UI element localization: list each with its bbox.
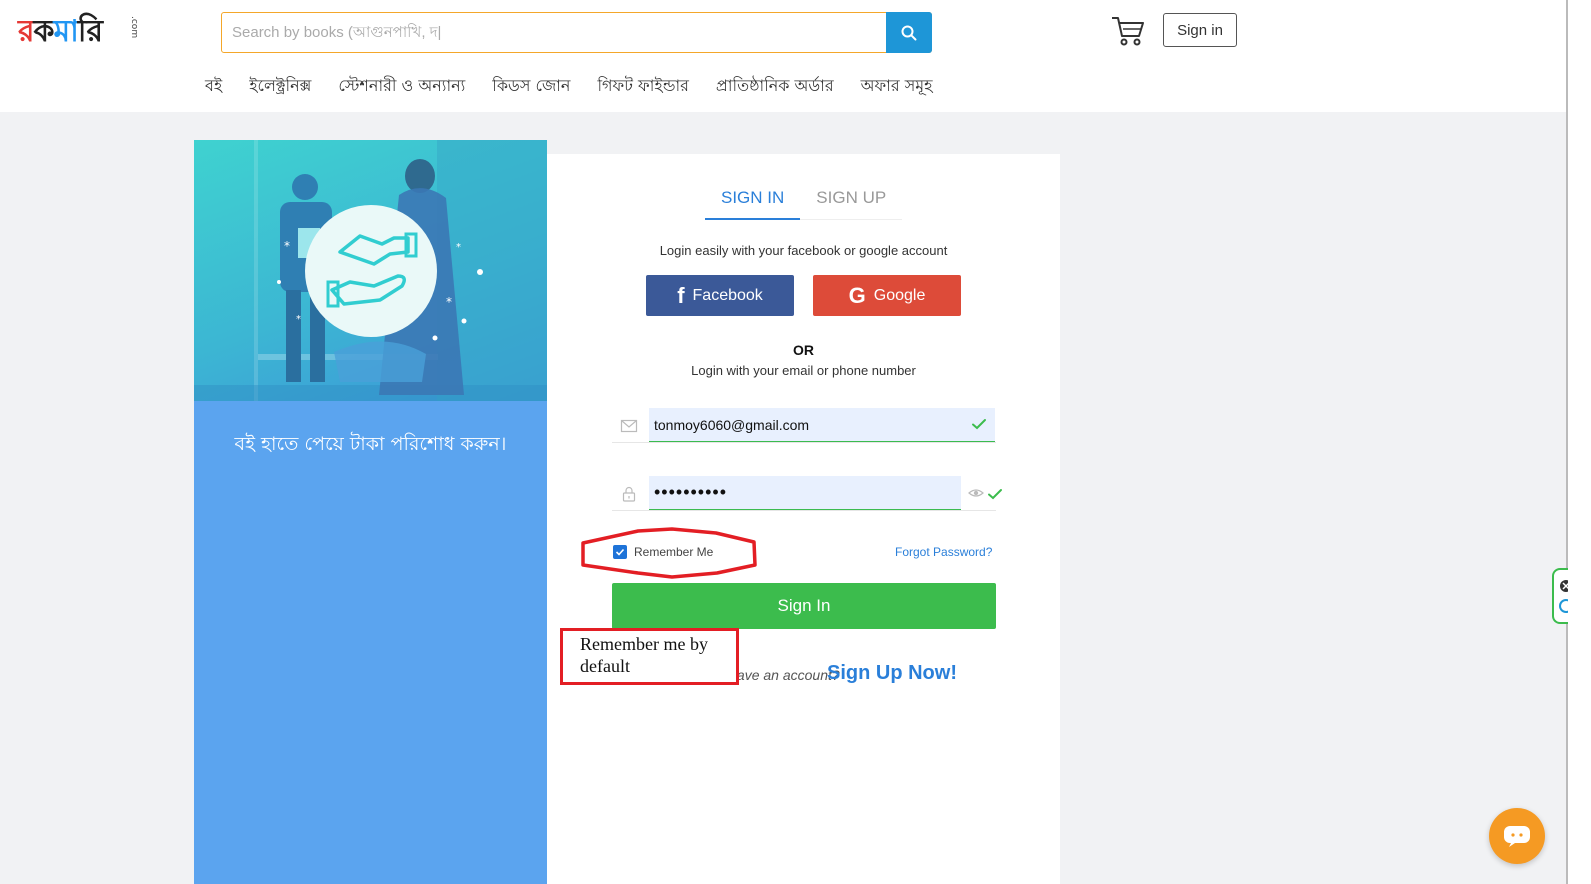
rokomari-logo[interactable]: রকমারি .com — [18, 14, 139, 50]
google-icon: G — [848, 282, 866, 308]
logo-part-1: র — [18, 14, 34, 49]
logo-part-2: ক — [33, 14, 55, 49]
tab-sign-in[interactable]: SIGN IN — [705, 186, 801, 220]
search-icon — [901, 25, 917, 40]
password-field-row — [612, 476, 1002, 511]
search-bar — [221, 12, 932, 53]
logo-part-3: মা — [53, 14, 79, 49]
annotation-line-2: default — [580, 656, 630, 676]
category-nav: বই ইলেক্ট্রনিক্স স্টেশনারী ও অন্যান্য কি… — [205, 73, 933, 100]
widget-close-icon — [1559, 580, 1573, 613]
auth-tabs: SIGN IN SIGN UP — [705, 186, 903, 220]
facebook-login-button[interactable]: f Facebook — [646, 275, 794, 316]
annotation-note: Remember me by default — [560, 628, 739, 685]
side-floating-widget[interactable] — [1552, 568, 1573, 624]
social-login-hint: Login easily with your facebook or googl… — [659, 243, 948, 258]
valid-check-icon — [972, 419, 986, 430]
google-label: Google — [873, 286, 926, 304]
sign-in-button[interactable]: Sign In — [612, 583, 996, 629]
delivery-scene-image: * * * * — [194, 140, 547, 401]
sign-up-now-link[interactable]: Sign Up Now! — [827, 662, 957, 685]
tab-sign-up[interactable]: SIGN UP — [800, 186, 902, 219]
or-divider: OR — [793, 342, 814, 358]
nav-item-offers[interactable]: অফার সমূহ — [861, 73, 933, 100]
annotation-line-1: Remember me by — [580, 634, 708, 654]
envelope-icon — [620, 419, 638, 433]
lock-icon — [622, 486, 636, 502]
facebook-label: Facebook — [692, 286, 763, 304]
nav-item-corporate-order[interactable]: প্রাতিষ্ঠানিক অর্ডার — [716, 73, 834, 100]
valid-check-icon — [988, 489, 1002, 500]
facebook-icon: f — [677, 282, 685, 308]
cart-icon[interactable] — [1111, 15, 1145, 47]
nav-item-kids-zone[interactable]: কিডস জোন — [492, 73, 570, 100]
cash-on-delivery-illustration: * * * * — [194, 140, 547, 401]
nav-item-gift-finder[interactable]: গিফট ফাইন্ডার — [597, 73, 688, 100]
annotation-ellipse — [581, 527, 757, 579]
nav-item-stationery[interactable]: স্টেশনারী ও অন্যান্য — [338, 73, 465, 100]
nav-item-electronics[interactable]: ইলেক্ট্রনিক্স — [249, 73, 311, 100]
search-button[interactable] — [886, 12, 932, 53]
chat-bubble-icon — [1504, 826, 1530, 847]
chat-button[interactable] — [1489, 808, 1545, 864]
email-input[interactable] — [649, 408, 995, 442]
svg-text:*: * — [456, 242, 461, 253]
scrollbar-track[interactable] — [1568, 0, 1591, 884]
promo-text: বই হাতে পেয়ে টাকা পরিশোধ করুন। — [234, 433, 507, 455]
google-login-button[interactable]: G Google — [813, 275, 961, 316]
logo-suffix: .com — [129, 16, 139, 39]
email-login-hint: Login with your email or phone number — [691, 363, 916, 378]
login-card: SIGN IN SIGN UP Login easily with your f… — [547, 154, 1060, 884]
logo-part-4: রি — [77, 14, 103, 49]
password-input[interactable] — [649, 476, 961, 510]
nav-item-books[interactable]: বই — [205, 73, 222, 100]
svg-text:*: * — [446, 295, 452, 309]
forgot-password-link[interactable]: Forgot Password? — [895, 545, 992, 559]
scrollbar-thumb[interactable] — [1566, 0, 1568, 884]
promo-panel: * * * * বই হাতে পেয়ে টাকা পরিশোধ করুন। — [194, 140, 547, 884]
show-password-eye-icon[interactable] — [968, 485, 984, 501]
header-signin-button[interactable]: Sign in — [1163, 13, 1237, 47]
site-header: রকমারি .com Sign in বই ইলেক্ট্রনিক্স স্ট… — [0, 0, 1568, 112]
svg-text:*: * — [296, 314, 301, 325]
email-field-row — [612, 408, 996, 443]
search-input[interactable] — [232, 13, 882, 52]
svg-text:*: * — [284, 239, 290, 253]
